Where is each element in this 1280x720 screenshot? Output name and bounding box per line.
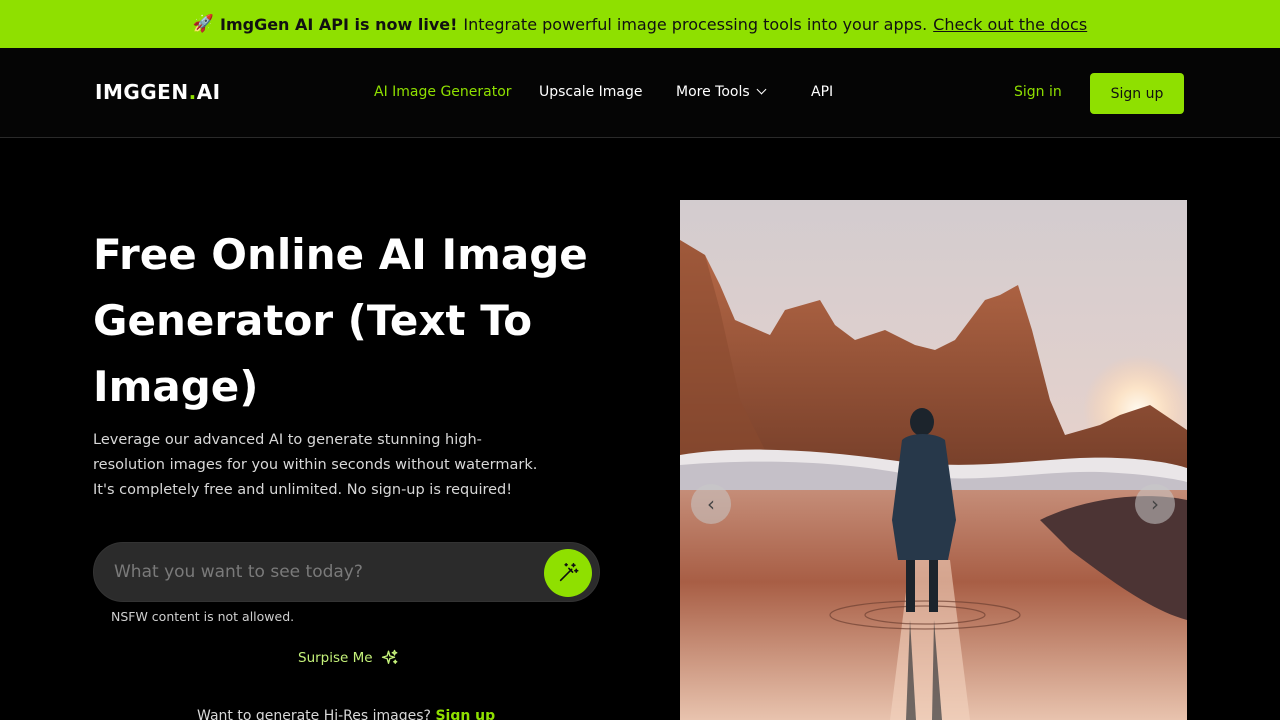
surprise-me-label: Surpise Me bbox=[298, 650, 373, 666]
hero-description: Leverage our advanced AI to generate stu… bbox=[93, 428, 553, 503]
sign-up-button[interactable]: Sign up bbox=[1090, 73, 1184, 114]
generate-button[interactable] bbox=[544, 549, 592, 597]
surprise-me-button[interactable]: Surpise Me bbox=[298, 649, 399, 667]
nav-more-tools[interactable]: More Tools bbox=[676, 84, 767, 100]
logo[interactable]: IMGGEN.AI bbox=[95, 80, 221, 104]
sparkles-icon bbox=[381, 649, 398, 664]
logo-suffix: AI bbox=[196, 80, 221, 104]
chevron-right-icon: › bbox=[1151, 492, 1159, 516]
nav-upscale-image[interactable]: Upscale Image bbox=[539, 84, 643, 100]
logo-dot: . bbox=[188, 80, 197, 104]
carousel-prev-button[interactable]: ‹ bbox=[691, 484, 731, 524]
image-carousel: ‹ › bbox=[680, 200, 1187, 720]
hero-description-line: It's completely free and unlimited. No s… bbox=[93, 482, 513, 498]
banner-headline: ImgGen AI API is now live! bbox=[219, 14, 458, 34]
banner-text: Integrate powerful image processing tool… bbox=[463, 14, 928, 34]
announcement-banner: 🚀 ImgGen AI API is now live! Integrate p… bbox=[0, 0, 1280, 48]
nav-ai-image-generator[interactable]: AI Image Generator bbox=[374, 84, 512, 100]
hires-sign-up-link[interactable]: Sign up bbox=[435, 708, 495, 720]
prompt-box bbox=[93, 542, 600, 602]
chevron-down-icon bbox=[756, 84, 767, 95]
hero-description-line: Leverage our advanced AI to generate stu… bbox=[93, 432, 482, 448]
prompt-input[interactable] bbox=[114, 555, 534, 589]
hero-description-line: resolution images for you within seconds… bbox=[93, 457, 538, 473]
page-title: Free Online AI Image Generator (Text To … bbox=[93, 230, 588, 411]
banner-docs-link[interactable]: Check out the docs bbox=[933, 15, 1087, 34]
site-header: IMGGEN.AI AI Image Generator Upscale Ima… bbox=[0, 48, 1280, 138]
hires-text: Want to generate Hi-Res images? bbox=[197, 708, 431, 720]
rocket-icon: 🚀 bbox=[192, 14, 214, 34]
sign-in-link[interactable]: Sign in bbox=[1014, 84, 1062, 100]
carousel-next-button[interactable]: › bbox=[1135, 484, 1175, 524]
carousel-image bbox=[680, 200, 1187, 720]
nsfw-note: NSFW content is not allowed. bbox=[111, 609, 295, 624]
hires-prompt: Want to generate Hi-Res images? Sign up bbox=[197, 708, 495, 720]
nav-more-tools-label: More Tools bbox=[676, 84, 750, 100]
logo-main: IMGGEN bbox=[95, 80, 189, 104]
chevron-left-icon: ‹ bbox=[707, 492, 715, 516]
nav-api[interactable]: API bbox=[811, 84, 833, 100]
magic-wand-icon bbox=[559, 563, 579, 582]
